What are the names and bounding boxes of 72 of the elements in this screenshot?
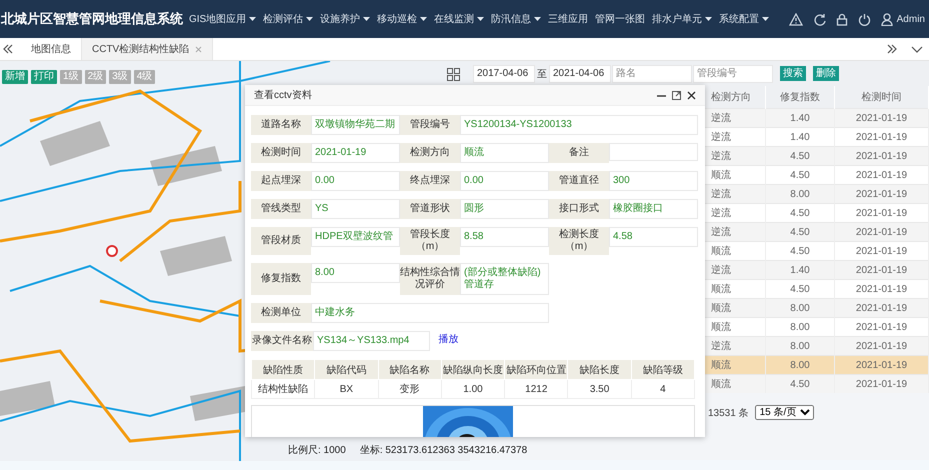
- field-value: (部分或整体缺陷)管道存: [460, 263, 549, 295]
- power-icon[interactable]: [858, 12, 871, 26]
- refresh-icon[interactable]: [812, 12, 826, 26]
- column-header: 缺陷环向位置: [504, 360, 568, 380]
- page-size-select[interactable]: 15 条/页: [754, 405, 814, 420]
- date-field[interactable]: 2021-04-06: [549, 64, 611, 82]
- table-cell: 4: [631, 380, 694, 398]
- menu-item[interactable]: 移动巡检: [377, 12, 428, 26]
- table-cell: 4.50: [766, 374, 834, 393]
- field-value: 4.58: [609, 227, 698, 247]
- table-row[interactable]: 顺流 8.00 2021-01-19: [705, 298, 928, 318]
- maximize-icon[interactable]: [672, 90, 681, 100]
- field-value: 橡胶圈接口: [609, 199, 698, 219]
- warning-icon[interactable]: [788, 12, 803, 26]
- table-row[interactable]: 逆流 1.40 2021-01-19: [705, 260, 928, 280]
- menu-item[interactable]: 三维应用: [548, 12, 588, 26]
- double-chevron-left-icon[interactable]: [3, 44, 13, 54]
- field-label: 接口形式: [549, 199, 609, 219]
- table-row[interactable]: 逆流 4.50 2021-01-19: [705, 204, 928, 222]
- chevron-down-icon[interactable]: [911, 46, 923, 52]
- menu-item[interactable]: 排水户单元: [652, 12, 712, 26]
- user-icon: [880, 12, 893, 26]
- table-cell: 2021-01-19: [834, 374, 928, 393]
- delete-button[interactable]: 删除: [813, 66, 839, 81]
- app-title: 北城片区智慧管网地理信息系统: [0, 10, 183, 28]
- column-header: 缺陷长度: [568, 360, 632, 380]
- field-value: 圆形: [460, 199, 549, 219]
- table-row[interactable]: 顺流 8.00 2021-01-19: [705, 318, 928, 336]
- menu-item[interactable]: 防汛信息: [491, 12, 542, 26]
- field-value: 300: [609, 171, 698, 191]
- table-row[interactable]: 逆流 4.50 2021-01-19: [705, 222, 928, 242]
- date-field[interactable]: 2017-04-06: [473, 64, 535, 82]
- tab[interactable]: CCTV检测结构性缺陷: [82, 38, 214, 60]
- search-button[interactable]: 搜索: [780, 66, 806, 81]
- table-row[interactable]: 顺流 8.00 2021-01-19: [705, 356, 928, 374]
- close-icon[interactable]: [687, 90, 696, 100]
- table-row[interactable]: 顺流 4.50 2021-01-19: [705, 280, 928, 298]
- table-row[interactable]: 顺流 4.50 2021-01-19: [705, 242, 928, 260]
- table-cell: 1212: [504, 380, 568, 398]
- user-menu[interactable]: Admin: [880, 12, 925, 26]
- table-cell: 3.50: [568, 380, 632, 398]
- table-row[interactable]: 逆流 4.50 2021-01-19: [705, 146, 928, 166]
- menu-item[interactable]: 检测评估: [263, 12, 314, 26]
- range-separator: 至: [536, 68, 548, 80]
- double-chevron-right-icon[interactable]: [887, 44, 897, 54]
- lock-icon[interactable]: [836, 12, 848, 26]
- field-value: 8.58: [460, 227, 549, 247]
- menu-item[interactable]: GIS地图应用: [189, 12, 256, 26]
- column-header: 缺陷等级: [631, 360, 694, 380]
- column-header: 检测方向: [705, 86, 766, 108]
- table-row[interactable]: 顺流 4.50 2021-01-19: [705, 374, 928, 393]
- field-value: 0.00: [460, 171, 549, 191]
- table-row[interactable]: 逆流 8.00 2021-01-19: [705, 184, 928, 204]
- road-name-field[interactable]: 路名: [612, 64, 692, 82]
- table-row[interactable]: 顺流 4.50 2021-01-19: [705, 166, 928, 184]
- field-value: YS1200134-YS1200133: [460, 115, 698, 135]
- column-header: 检测时间: [834, 86, 928, 108]
- user-name: Admin: [896, 14, 925, 24]
- menu-item[interactable]: 设施养护: [320, 12, 370, 26]
- menu-item[interactable]: 系统配置: [719, 12, 770, 26]
- menu-item[interactable]: 在线监测: [434, 12, 484, 26]
- field-label: 检测长度（m）: [549, 227, 609, 255]
- field-label: 备注: [549, 143, 609, 163]
- table-row[interactable]: 逆流 1.40 2021-01-19: [705, 108, 928, 128]
- column-header: 修复指数: [766, 86, 834, 108]
- total-count: 13531 条: [708, 406, 749, 420]
- field-label: 管道直径: [549, 171, 609, 191]
- field-value: 顺流: [460, 143, 549, 163]
- table-row[interactable]: 逆流 8.00 2021-01-19: [705, 336, 928, 356]
- menu-item[interactable]: 管网一张图: [595, 12, 646, 26]
- table-row[interactable]: 逆流 1.40 2021-01-19: [705, 128, 928, 146]
- pipe-code-field[interactable]: 管段编号: [693, 64, 773, 82]
